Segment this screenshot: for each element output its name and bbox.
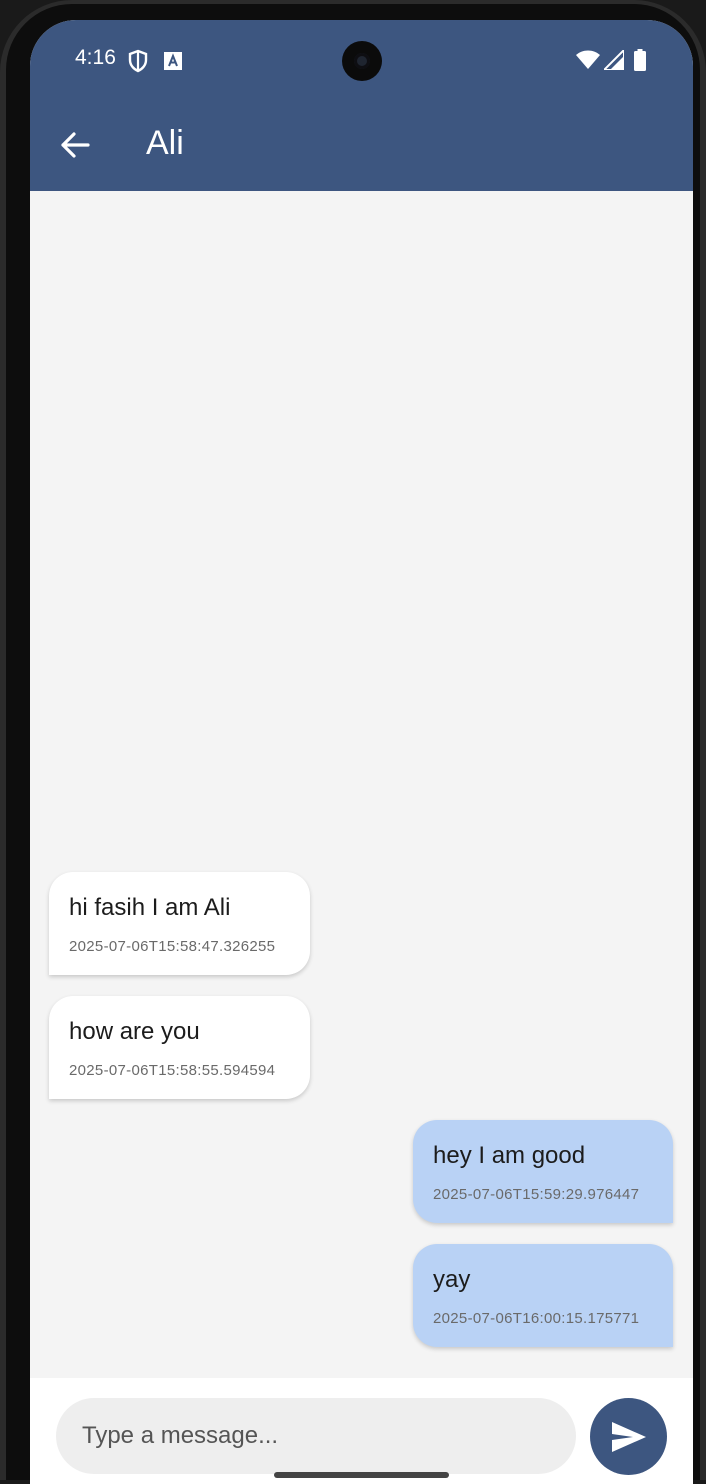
message-list: hi fasih I am Ali 2025-07-06T15:58:47.32… bbox=[30, 191, 693, 1378]
app-bar: Ali bbox=[30, 100, 693, 191]
screen: 4:16 Ali hi fasih I am Ali 2025-07-06T15… bbox=[30, 20, 693, 1484]
composer-bar bbox=[30, 1378, 693, 1484]
a-icon bbox=[164, 52, 182, 70]
message-bubble-incoming[interactable]: how are you 2025-07-06T15:58:55.594594 bbox=[49, 996, 310, 1099]
message-bubble-incoming[interactable]: hi fasih I am Ali 2025-07-06T15:58:47.32… bbox=[49, 872, 310, 975]
message-timestamp: 2025-07-06T16:00:15.175771 bbox=[433, 1310, 640, 1327]
home-indicator[interactable] bbox=[274, 1472, 449, 1478]
wifi-icon bbox=[576, 50, 600, 69]
phone-bezel: 4:16 Ali hi fasih I am Ali 2025-07-06T15… bbox=[6, 4, 700, 1484]
signal-icon bbox=[604, 50, 624, 70]
status-time: 4:16 bbox=[75, 46, 116, 69]
message-timestamp: 2025-07-06T15:58:55.594594 bbox=[69, 1062, 276, 1079]
phone-frame: 4:16 Ali hi fasih I am Ali 2025-07-06T15… bbox=[0, 0, 706, 1484]
message-text: hey I am good bbox=[433, 1142, 586, 1169]
message-bubble-outgoing[interactable]: hey I am good 2025-07-06T15:59:29.976447 bbox=[413, 1120, 673, 1223]
status-bar: 4:16 bbox=[30, 20, 693, 100]
send-button[interactable] bbox=[590, 1398, 667, 1475]
message-text: how are you bbox=[69, 1018, 200, 1045]
top-bar: 4:16 Ali bbox=[30, 20, 693, 191]
message-bubble-outgoing[interactable]: yay 2025-07-06T16:00:15.175771 bbox=[413, 1244, 673, 1347]
send-icon bbox=[611, 1421, 646, 1452]
chat-title: Ali bbox=[146, 124, 184, 162]
message-input[interactable] bbox=[56, 1398, 576, 1474]
battery-icon bbox=[634, 49, 646, 71]
message-timestamp: 2025-07-06T15:58:47.326255 bbox=[69, 938, 276, 955]
message-text: hi fasih I am Ali bbox=[69, 894, 231, 921]
message-text: yay bbox=[433, 1266, 471, 1293]
shield-icon bbox=[128, 49, 148, 73]
message-timestamp: 2025-07-06T15:59:29.976447 bbox=[433, 1186, 640, 1203]
arrow-back-icon bbox=[61, 132, 90, 158]
back-button[interactable] bbox=[52, 122, 98, 168]
front-camera bbox=[342, 41, 382, 81]
